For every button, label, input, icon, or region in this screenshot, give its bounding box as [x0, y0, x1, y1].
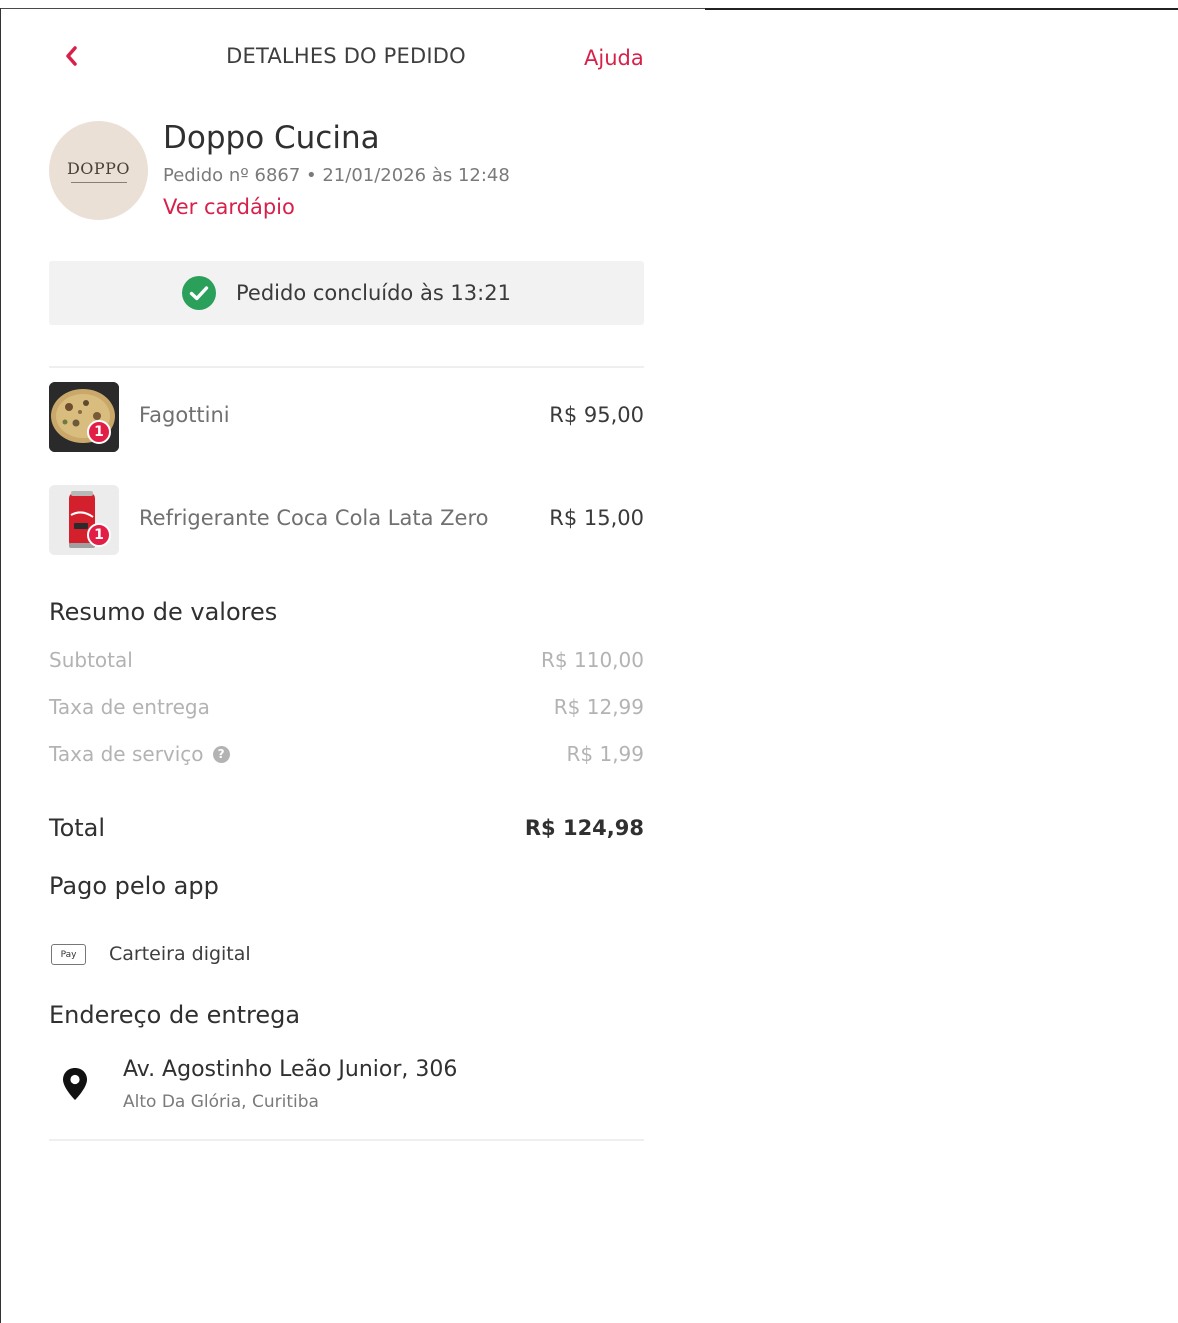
order-meta: Pedido nº 6867 • 21/01/2026 às 12:48 [163, 165, 510, 186]
summary-title: Resumo de valores [49, 598, 278, 626]
item-name: Refrigerante Coca Cola Lata Zero [139, 506, 489, 530]
payment-title: Pago pelo app [49, 872, 219, 900]
apple-pay-icon: Pay [51, 944, 86, 965]
subtotal-value: R$ 110,00 [541, 648, 644, 672]
total-label: Total [49, 814, 106, 842]
order-status-text: Pedido concluído às 13:21 [236, 281, 511, 305]
frame-border-left [0, 8, 1, 1323]
total-value: R$ 124,98 [524, 816, 644, 840]
check-circle-icon [182, 276, 217, 310]
payment-method: Carteira digital [109, 943, 251, 965]
pasta-dish-image [49, 382, 119, 452]
store-logo-text: DOPPO [66, 158, 131, 178]
page-title: DETALHES DO PEDIDO [226, 44, 466, 68]
delivery-fee-label: Taxa de entrega [49, 695, 210, 719]
item-price: R$ 15,00 [549, 506, 644, 530]
help-link[interactable]: Ajuda [584, 46, 644, 70]
item-thumbnail-coca-cola [49, 485, 119, 555]
item-thumbnail-fagottini [49, 382, 119, 452]
service-fee-label: Taxa de serviço [49, 742, 204, 766]
store-logo-underline [70, 181, 127, 183]
pay-icon-text: Pay [60, 949, 77, 960]
location-pin-icon [63, 1068, 87, 1100]
store-logo: DOPPO [49, 121, 148, 220]
back-button[interactable] [60, 42, 82, 70]
view-menu-link[interactable]: Ver cardápio [163, 195, 295, 219]
item-price: R$ 95,00 [549, 403, 644, 427]
address-neighborhood: Alto Da Glória, Curitiba [123, 1092, 319, 1112]
subtotal-label: Subtotal [49, 648, 133, 672]
divider [49, 1139, 644, 1141]
quantity-badge: 1 [87, 420, 111, 444]
item-name: Fagottini [139, 403, 230, 427]
frame-border-top-right [705, 8, 1178, 10]
service-fee-value: R$ 1,99 [566, 742, 644, 766]
frame-border-top [0, 8, 705, 9]
quantity-badge: 1 [87, 523, 111, 547]
address-title: Endereço de entrega [49, 1001, 301, 1029]
delivery-fee-value: R$ 12,99 [553, 695, 644, 719]
service-fee-row-label: Taxa de serviço ? [49, 742, 230, 766]
address-street: Av. Agostinho Leão Junior, 306 [123, 1057, 458, 1082]
order-status-banner: Pedido concluído às 13:21 [49, 261, 644, 325]
divider [49, 366, 644, 368]
chevron-left-icon [66, 46, 77, 66]
help-circle-icon[interactable]: ? [212, 745, 230, 763]
store-name: Doppo Cucina [163, 120, 380, 156]
soda-can-image [49, 485, 119, 555]
